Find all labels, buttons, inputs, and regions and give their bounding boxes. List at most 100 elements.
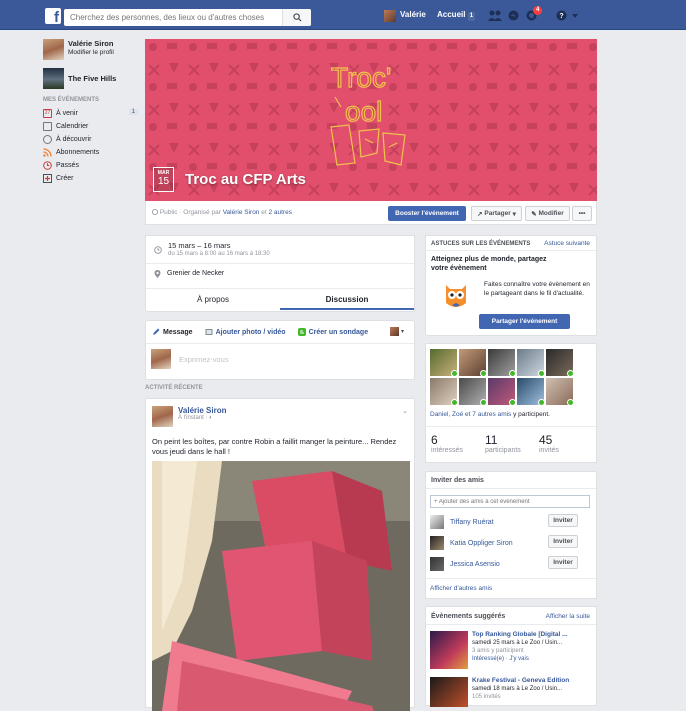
profile-name: Valérie Siron <box>68 39 114 48</box>
post-author-avatar[interactable] <box>152 406 173 427</box>
attendee-avatar[interactable] <box>459 349 487 377</box>
attendee-avatar[interactable] <box>517 378 545 406</box>
attendee-avatar[interactable] <box>517 349 545 377</box>
friend-name[interactable]: Jessica Asensio <box>450 561 500 568</box>
search-input[interactable] <box>64 9 311 26</box>
friend-avatar[interactable] <box>430 515 444 529</box>
help-icon[interactable]: ? <box>556 10 567 21</box>
search-button[interactable] <box>282 9 311 26</box>
attendee-avatar[interactable] <box>459 378 487 406</box>
suggested-events-card: Évènements suggérés Afficher la suite To… <box>425 606 597 707</box>
chevron-down-icon: ▾ <box>400 329 404 335</box>
photo-icon <box>205 329 213 335</box>
plus-box-icon <box>43 174 52 183</box>
event-date-badge: MAR 15 <box>153 167 174 192</box>
sidebar-item-discover[interactable]: À découvrir <box>43 133 138 146</box>
suggested-event-actions[interactable]: Intéressé(e) · J'y vais <box>472 655 592 663</box>
attendee-avatar[interactable] <box>546 378 574 406</box>
show-more-friends-link[interactable]: Afficher d'autres amis <box>430 585 492 592</box>
post-author-name[interactable]: Valérie Siron <box>178 406 226 415</box>
create-poll-tab[interactable]: Créer un sondage <box>297 328 368 336</box>
share-button[interactable]: ↗ Partager ▾ <box>471 206 522 221</box>
tab-discussion[interactable]: Discussion <box>280 289 414 310</box>
profile-shortcut[interactable]: Valérie Siron Modifier le profil <box>43 39 138 60</box>
attendee-names-prefix[interactable]: Daniel, Zoé et <box>430 411 472 418</box>
message-tab[interactable]: Message <box>152 328 193 336</box>
profile-link[interactable]: Valérie <box>400 10 426 19</box>
suggested-event-thumbnail[interactable] <box>430 631 468 669</box>
tips-body: Faites connaître votre évènement en le p… <box>484 281 590 297</box>
show-more-suggested-link[interactable]: Afficher la suite <box>546 613 590 620</box>
page-name: The Five Hills <box>68 74 117 83</box>
post-composer: Message Ajouter photo / vidéo Créer un s… <box>145 320 415 380</box>
chevron-down-icon: ▾ <box>512 210 516 218</box>
home-link[interactable]: Accueil 1 <box>437 10 476 21</box>
post-as-selector[interactable]: ▾ <box>389 327 404 336</box>
invite-button[interactable]: Inviter <box>548 514 578 527</box>
messages-icon[interactable] <box>508 10 519 21</box>
edit-profile-link[interactable]: Modifier le profil <box>68 49 114 56</box>
suggested-event-when: samedi 25 mars à Le Zoo / Usin... <box>472 640 563 646</box>
friend-requests-icon[interactable] <box>488 10 502 21</box>
invite-button[interactable]: Inviter <box>548 556 578 569</box>
logo-text-line1: Troc' <box>331 62 391 93</box>
share-arrow-icon: ↗ <box>477 210 483 218</box>
composer-input[interactable]: Exprimez-vous <box>151 349 229 369</box>
add-photo-video-label: Ajouter photo / vidéo <box>215 328 286 336</box>
invite-button[interactable]: Inviter <box>548 535 578 548</box>
profile-avatar <box>43 39 64 60</box>
tab-about[interactable]: À propos <box>146 289 280 310</box>
boost-event-button[interactable]: Booster l'événement <box>388 206 466 221</box>
suggested-event-thumbnail[interactable] <box>430 677 468 707</box>
photo-content <box>152 461 410 711</box>
page-shortcut[interactable]: The Five Hills <box>43 68 138 89</box>
suggested-event-name[interactable]: Top Ranking Globale [Digital ... <box>472 631 592 639</box>
add-photo-video-tab[interactable]: Ajouter photo / vidéo <box>205 328 286 336</box>
attendee-avatar[interactable] <box>430 349 458 377</box>
friend-name[interactable]: Katia Oppliger Siron <box>450 540 513 547</box>
next-tip-link[interactable]: Astuce suivante <box>544 240 590 247</box>
edit-button[interactable]: ✎ Modifier <box>525 206 570 221</box>
friend-avatar[interactable] <box>430 536 444 550</box>
attendee-names-suffix: y participent. <box>511 411 550 418</box>
composer-avatar <box>151 349 171 369</box>
organizer-link[interactable]: Valérie Siron <box>223 209 260 216</box>
account-menu-chevron-icon[interactable] <box>572 14 578 18</box>
post-photo[interactable] <box>152 461 410 711</box>
attendee-avatar[interactable] <box>488 349 516 377</box>
other-friends-link[interactable]: 7 autres amis <box>472 411 511 418</box>
compass-icon <box>43 135 52 144</box>
sidebar-item-create[interactable]: Créer <box>43 172 138 185</box>
invite-friends-input[interactable] <box>430 495 590 508</box>
sidebar-item-past[interactable]: Passés <box>43 159 138 172</box>
user-avatar[interactable] <box>384 10 396 22</box>
attendee-avatar[interactable] <box>430 378 458 406</box>
suggested-event-name[interactable]: Krake Festival - Geneva Edition <box>472 677 592 685</box>
message-label: Message <box>163 328 193 336</box>
post-options-chevron-icon[interactable]: ⌄ <box>402 407 408 415</box>
my-events-section-title: MES ÉVÉNEMENTS <box>43 97 100 103</box>
friend-name[interactable]: Tiffany Ruérat <box>450 519 494 526</box>
sidebar-item-upcoming[interactable]: 27 À venir 1 <box>43 107 138 120</box>
stat-participants[interactable]: 11 participants <box>485 433 521 454</box>
event-details-card: 15 mars – 16 mars du 15 mars à 8:00 au 1… <box>145 235 415 312</box>
more-options-button[interactable]: ••• <box>572 206 592 221</box>
attendee-avatar[interactable] <box>546 349 574 377</box>
facebook-logo-icon[interactable]: f <box>45 8 61 24</box>
event-date-sub: du 15 mars à 8:00 au 16 mars à 18:30 <box>168 251 270 257</box>
sidebar-item-subscriptions[interactable]: Abonnements <box>43 146 138 159</box>
stat-invited[interactable]: 45 invités <box>539 433 559 454</box>
stat-interested[interactable]: 6 intéressés <box>431 433 463 454</box>
event-location-row[interactable]: Grenier de Necker <box>154 270 224 278</box>
logo-text-line2: ool <box>345 96 382 127</box>
friend-avatar[interactable] <box>430 557 444 571</box>
attendee-avatar[interactable] <box>488 378 516 406</box>
share-event-button[interactable]: Partager l'événement <box>479 314 570 329</box>
owl-mascot-icon <box>446 285 466 307</box>
event-cover-photo[interactable]: Troc' ool MAR 15 Troc au CFP Arts <box>145 39 597 201</box>
sidebar-item-label: Passés <box>56 162 79 169</box>
sidebar-item-calendar[interactable]: Calendrier <box>43 120 138 133</box>
other-organizers-link[interactable]: 2 autres <box>268 209 292 216</box>
post-timestamp[interactable]: À l'instant · ◐ <box>178 415 226 421</box>
page-thumbnail <box>43 68 64 89</box>
